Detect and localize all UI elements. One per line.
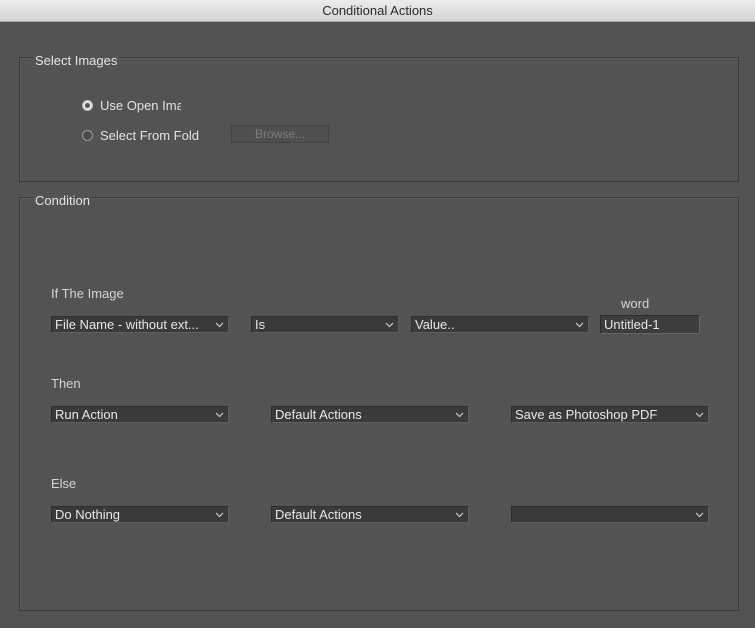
word-label: word bbox=[621, 296, 650, 311]
select-images-title: Select Images bbox=[33, 53, 120, 68]
if-the-image-label: If The Image bbox=[51, 286, 124, 301]
chevron-down-icon bbox=[453, 407, 465, 422]
if-property-select[interactable]: File Name - without ext... bbox=[51, 316, 229, 333]
else-action-set-select[interactable]: Default Actions bbox=[271, 506, 469, 523]
select-from-folder-radio[interactable]: Select From Fold bbox=[82, 126, 203, 144]
else-action-type-select[interactable]: Do Nothing bbox=[51, 506, 229, 523]
if-operator-value: Is bbox=[255, 317, 266, 332]
chevron-down-icon bbox=[213, 317, 225, 332]
browse-button[interactable]: Browse... bbox=[231, 125, 329, 143]
chevron-down-icon bbox=[693, 507, 705, 522]
if-value-type-select[interactable]: Value.. bbox=[411, 316, 589, 333]
then-action-set-select[interactable]: Default Actions bbox=[271, 406, 469, 423]
radio-unchecked-icon bbox=[82, 129, 93, 141]
then-action-value: Save as Photoshop PDF bbox=[515, 407, 658, 422]
chevron-down-icon bbox=[573, 317, 585, 332]
conditional-actions-dialog: Conditional Actions Select Images Use Op… bbox=[0, 0, 755, 628]
chevron-down-icon bbox=[453, 507, 465, 522]
select-images-group bbox=[19, 57, 739, 182]
use-open-images-radio[interactable]: Use Open Ima bbox=[82, 96, 181, 114]
else-action-select[interactable] bbox=[511, 506, 709, 523]
chevron-down-icon bbox=[213, 407, 225, 422]
else-action-type-value: Do Nothing bbox=[55, 507, 121, 522]
then-action-type-select[interactable]: Run Action bbox=[51, 406, 229, 423]
if-property-value: File Name - without ext... bbox=[55, 317, 199, 332]
else-label: Else bbox=[51, 476, 77, 491]
if-value-type-value: Value.. bbox=[415, 317, 455, 332]
chevron-down-icon bbox=[213, 507, 225, 522]
then-label: Then bbox=[51, 376, 81, 391]
radio-checked-icon bbox=[82, 99, 93, 111]
window-title: Conditional Actions bbox=[0, 0, 755, 22]
select-from-folder-label: Select From Fold bbox=[100, 127, 199, 143]
word-input[interactable]: Untitled-1 bbox=[600, 315, 700, 334]
chevron-down-icon bbox=[693, 407, 705, 422]
condition-group bbox=[19, 197, 739, 611]
use-open-images-label: Use Open Ima bbox=[100, 97, 181, 113]
then-action-select[interactable]: Save as Photoshop PDF bbox=[511, 406, 709, 423]
then-action-set-value: Default Actions bbox=[275, 407, 362, 422]
else-action-set-value: Default Actions bbox=[275, 507, 362, 522]
then-action-type-value: Run Action bbox=[55, 407, 118, 422]
chevron-down-icon bbox=[383, 317, 395, 332]
if-operator-select[interactable]: Is bbox=[251, 316, 399, 333]
condition-title: Condition bbox=[33, 193, 92, 208]
